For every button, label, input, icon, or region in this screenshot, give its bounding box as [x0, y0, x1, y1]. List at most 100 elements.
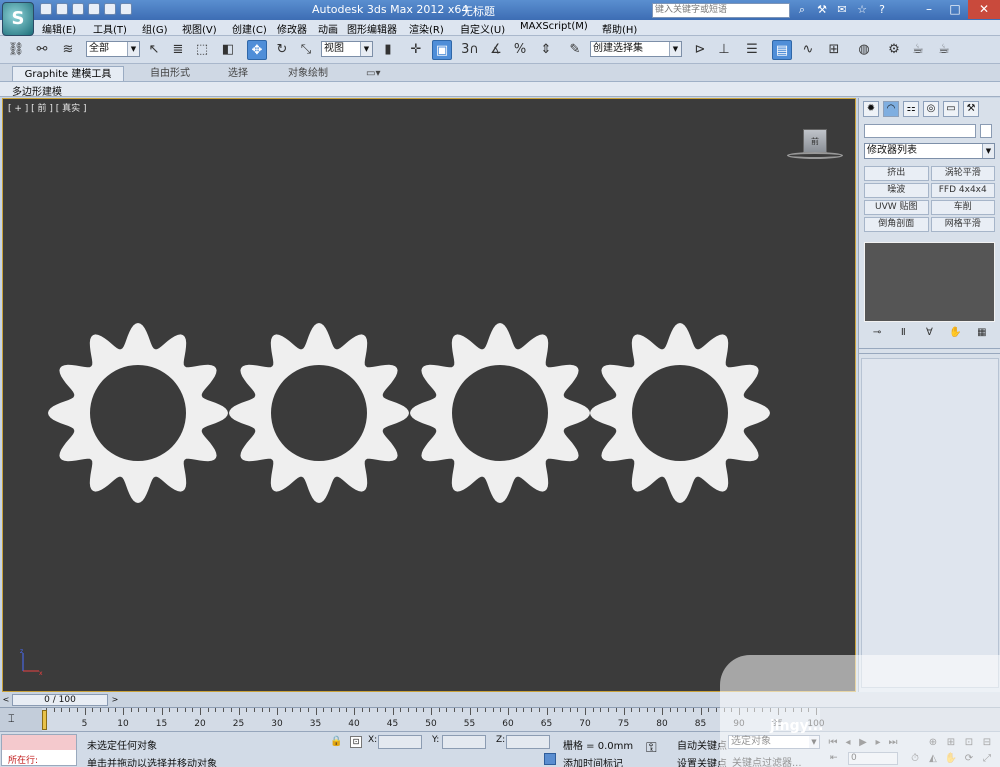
select-and-move-icon[interactable]: ✥ [247, 40, 267, 60]
pivot-center-icon[interactable]: ▮ [378, 40, 398, 60]
modifier-stack[interactable] [864, 242, 995, 322]
window-crossing-icon[interactable]: ◧ [218, 40, 238, 60]
uvw-map-button[interactable]: UVW 贴图 [864, 200, 929, 215]
graphite-toggle-icon[interactable]: ▤ [772, 40, 792, 60]
key-target-dropdown[interactable]: 选定对象 ▼ [728, 735, 820, 749]
hierarchy-tab-icon[interactable]: ⚏ [903, 101, 919, 117]
tab-selection[interactable]: 选择 [224, 66, 252, 81]
open-file-icon[interactable] [56, 3, 68, 15]
percent-snap-icon[interactable]: % [510, 40, 530, 60]
select-and-manipulate-icon[interactable]: ✛ [406, 40, 426, 60]
object-color-swatch[interactable] [980, 124, 992, 138]
rendered-frame-window-icon[interactable]: ☕ [908, 40, 928, 60]
current-time-marker[interactable] [42, 710, 47, 730]
align-icon[interactable]: ⊥ [714, 40, 734, 60]
key-icon[interactable]: ⚿ [646, 740, 657, 756]
material-editor-icon[interactable]: ◍ [854, 40, 874, 60]
ffd-button[interactable]: FFD 4x4x4 [930, 183, 995, 198]
reference-coordinate-dropdown[interactable]: 视图 ▼ [321, 41, 373, 57]
noise-button[interactable]: 噪波 [864, 183, 929, 198]
select-by-name-icon[interactable]: ≣ [168, 40, 188, 60]
zoom-extents-icon[interactable]: ⊡ [962, 736, 976, 750]
key-mode-toggle-icon[interactable]: ⇤ [830, 753, 838, 763]
timeline-ruler[interactable]: 5 10 15 20 25 30 35 40 45 50 55 60 65 70 75 80 85 90 95 100 [42, 708, 825, 732]
display-tab-icon[interactable]: ▭ [943, 101, 959, 117]
render-production-icon[interactable]: ☕ [934, 40, 954, 60]
minimize-button[interactable]: – [916, 0, 942, 19]
spinner-snap-icon[interactable]: ⇕ [536, 40, 556, 60]
set-key-button[interactable]: 设置关键点 [677, 755, 727, 767]
absolute-mode-icon[interactable]: ⊡ [350, 736, 362, 748]
rectangular-selection-icon[interactable]: ⬚ [192, 40, 212, 60]
front-viewport[interactable]: [ + ] [ 前 ] [ 真实 ] 前 z x [2, 98, 856, 692]
next-key-icon[interactable]: ▸ [871, 736, 885, 750]
current-frame-field[interactable]: 0 [848, 752, 898, 765]
motion-tab-icon[interactable]: ◎ [923, 101, 939, 117]
application-button[interactable]: S [2, 2, 34, 36]
snaps-toggle-icon[interactable]: 3∩ [460, 40, 480, 60]
named-selection-dropdown[interactable]: 创建选择集 ▼ [590, 41, 682, 57]
edit-named-selection-icon[interactable]: ✎ [565, 40, 585, 60]
keyboard-shortcut-override-icon[interactable]: ▣ [432, 40, 452, 60]
show-end-result-icon[interactable]: Ⅱ [896, 326, 910, 340]
angle-snap-icon[interactable]: ∡ [486, 40, 506, 60]
maximize-viewport-icon[interactable]: ⤢ [980, 752, 994, 766]
remove-modifier-icon[interactable]: ✋ [949, 326, 963, 340]
project-folder-icon[interactable] [120, 3, 132, 15]
object-name-field[interactable] [864, 124, 976, 138]
y-coordinate-field[interactable] [442, 735, 486, 749]
favorites-star-icon[interactable]: ☆ [855, 3, 869, 17]
pan-view-icon[interactable]: ✋ [944, 752, 958, 766]
go-to-start-icon[interactable]: ⏮ [826, 736, 840, 750]
render-setup-icon[interactable]: ⚙ [884, 40, 904, 60]
time-configuration-icon[interactable]: ⏱ [908, 752, 922, 766]
meshsmooth-button[interactable]: 网格平滑 [930, 217, 995, 232]
curve-editor-icon[interactable]: ∿ [798, 40, 818, 60]
search-input[interactable]: 键入关键字或短语 [652, 3, 790, 18]
add-time-tag-button[interactable]: 添加时间标记 [563, 755, 623, 767]
zoom-extents-all-icon[interactable]: ⊟ [980, 736, 994, 750]
menu-graph-editors[interactable]: 图形编辑器 [347, 21, 397, 36]
menu-create[interactable]: 创建(C) [232, 21, 267, 36]
utilities-tab-icon[interactable]: ⚒ [963, 101, 979, 117]
polygon-modeling-panel[interactable]: 多边形建模 [12, 83, 62, 98]
mirror-icon[interactable]: ⊳ [690, 40, 710, 60]
select-object-icon[interactable]: ↖ [144, 40, 164, 60]
field-of-view-icon[interactable]: ◭ [926, 752, 940, 766]
time-slider-thumb[interactable]: 0 / 100 [12, 694, 108, 706]
time-tag-icon[interactable] [544, 753, 556, 765]
previous-frame-icon[interactable]: < [1, 694, 11, 706]
bevel-profile-button[interactable]: 倒角剖面 [864, 217, 929, 232]
new-file-icon[interactable] [40, 3, 52, 15]
schematic-view-icon[interactable]: ⊞ [824, 40, 844, 60]
menu-group[interactable]: 组(G) [142, 21, 168, 36]
gear-shape-4[interactable] [590, 323, 770, 503]
modifier-list-dropdown[interactable]: 修改器列表 ▼ [864, 143, 995, 159]
zoom-all-icon[interactable]: ⊞ [944, 736, 958, 750]
close-button[interactable]: ✕ [968, 0, 1000, 19]
bind-space-warp-icon[interactable]: ≋ [58, 40, 78, 60]
modify-tab-icon[interactable]: ◠ [883, 101, 899, 117]
configure-sets-icon[interactable]: ▦ [975, 326, 989, 340]
mini-curve-editor-icon[interactable]: ⌶ [8, 712, 15, 726]
wrench-icon[interactable]: ⚒ [815, 3, 829, 17]
menu-maxscript[interactable]: MAXScript(M) [520, 21, 588, 32]
maximize-button[interactable]: □ [942, 0, 968, 19]
gear-shape-2[interactable] [229, 323, 409, 503]
unlink-icon[interactable]: ⚯ [32, 40, 52, 60]
menu-customize[interactable]: 自定义(U) [460, 21, 505, 36]
help-icon[interactable]: ? [875, 3, 889, 17]
turbosmooth-button[interactable]: 涡轮平滑 [930, 166, 995, 181]
extrude-button[interactable]: 挤出 [864, 166, 929, 181]
selection-filter-dropdown[interactable]: 全部 ▼ [86, 41, 140, 57]
select-and-link-icon[interactable]: ⛓ [6, 40, 26, 60]
menu-tools[interactable]: 工具(T) [93, 21, 127, 36]
select-and-rotate-icon[interactable]: ↻ [272, 40, 292, 60]
communication-icon[interactable]: ✉ [835, 3, 849, 17]
x-coordinate-field[interactable] [378, 735, 422, 749]
gear-shape-3[interactable] [410, 323, 590, 503]
orbit-icon[interactable]: ⟳ [962, 752, 976, 766]
play-icon[interactable]: ▶ [856, 736, 870, 750]
menu-edit[interactable]: 编辑(E) [42, 21, 76, 36]
gear-shape-1[interactable] [48, 323, 228, 503]
